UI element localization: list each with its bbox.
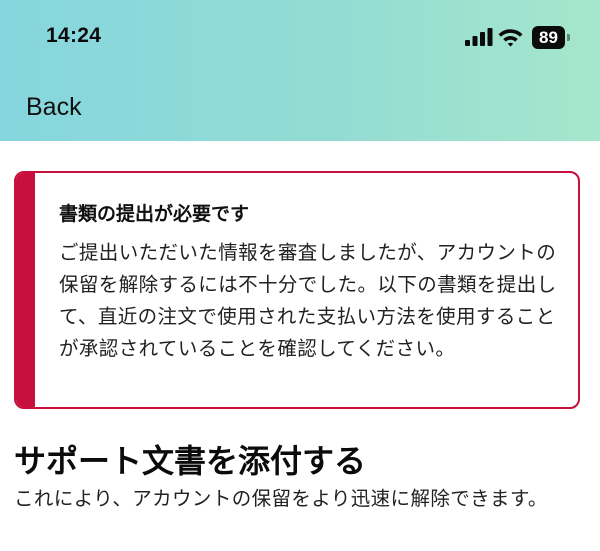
cellular-signal-icon — [465, 28, 493, 46]
battery-icon: 89 — [532, 26, 572, 49]
alert-title: 書類の提出が必要です — [59, 203, 250, 225]
battery-level: 89 — [532, 26, 565, 49]
alert-message: ご提出いただいた情報を審査しましたが、アカウントの保留を解除するには不十分でした… — [59, 241, 557, 360]
wifi-icon — [498, 29, 523, 47]
battery-tip — [567, 34, 570, 41]
back-button[interactable]: Back — [26, 93, 82, 122]
section-description: これにより、アカウントの保留をより迅速に解除できます。 — [14, 487, 548, 510]
alert-accent-bar — [16, 173, 35, 407]
section-title: サポート文書を添付する — [14, 442, 367, 480]
header-area: 14:24 89 Back — [0, 0, 600, 141]
document-required-alert: 書類の提出が必要です ご提出いただいた情報を審査しましたが、アカウントの保留を解… — [14, 171, 580, 409]
status-time: 14:24 — [46, 24, 102, 47]
